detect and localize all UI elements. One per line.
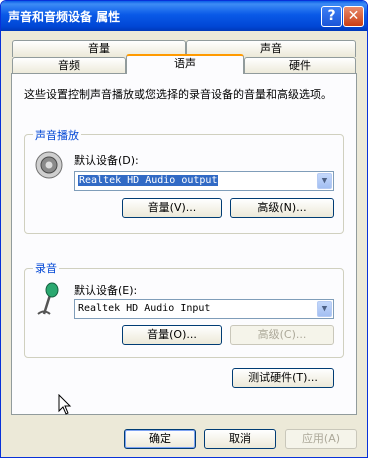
tab-voice[interactable]: 语声: [126, 54, 244, 74]
recording-device-value: Realtek HD Audio Input: [78, 303, 211, 314]
tab-panel-voice: 这些设置控制声音播放或您选择的录音设备的音量和高级选项。 声音播放 默认设备(D…: [11, 73, 357, 415]
description-text: 这些设置控制声音播放或您选择的录音设备的音量和高级选项。: [24, 88, 332, 101]
recording-advanced-button: 高级(C)...: [230, 325, 334, 345]
test-hardware-button[interactable]: 测试硬件(T)...: [232, 368, 334, 388]
recording-device-label: 默认设备(E):: [74, 284, 138, 297]
ok-button[interactable]: 确定: [124, 429, 196, 449]
close-button[interactable]: ✕: [343, 6, 364, 27]
cancel-button[interactable]: 取消: [204, 429, 276, 449]
playback-group-title: 声音播放: [33, 127, 81, 143]
playback-device-label: 默认设备(D):: [74, 154, 139, 167]
chevron-down-icon[interactable]: ▼: [317, 173, 332, 189]
recording-group-title: 录音: [33, 260, 59, 276]
speaker-icon: [34, 150, 64, 180]
apply-button: 应用(A): [285, 429, 357, 449]
chevron-down-icon[interactable]: ▼: [317, 301, 332, 317]
properties-dialog: 声音和音频设备 属性 ? ✕ 音量 声音 音频 语声 硬件 这些设置控制声音播放…: [0, 0, 368, 458]
tab-audio[interactable]: 音频: [12, 57, 126, 74]
playback-device-select[interactable]: Realtek HD Audio output ▼: [74, 171, 334, 191]
playback-volume-button[interactable]: 音量(V)...: [122, 198, 222, 218]
help-button[interactable]: ?: [321, 6, 342, 27]
recording-device-select[interactable]: Realtek HD Audio Input ▼: [74, 299, 334, 319]
window-title: 声音和音频设备 属性: [8, 10, 121, 24]
microphone-icon: [34, 281, 64, 315]
playback-advanced-button[interactable]: 高级(N)...: [230, 198, 334, 218]
recording-volume-button[interactable]: 音量(O)...: [122, 325, 222, 345]
dialog-body: 音量 声音 音频 语声 硬件 这些设置控制声音播放或您选择的录音设备的音量和高级…: [1, 31, 367, 457]
cursor-icon: [58, 393, 72, 416]
playback-device-value: Realtek HD Audio output: [78, 175, 219, 186]
tab-hardware[interactable]: 硬件: [244, 57, 356, 74]
title-bar[interactable]: 声音和音频设备 属性 ? ✕: [1, 1, 367, 31]
